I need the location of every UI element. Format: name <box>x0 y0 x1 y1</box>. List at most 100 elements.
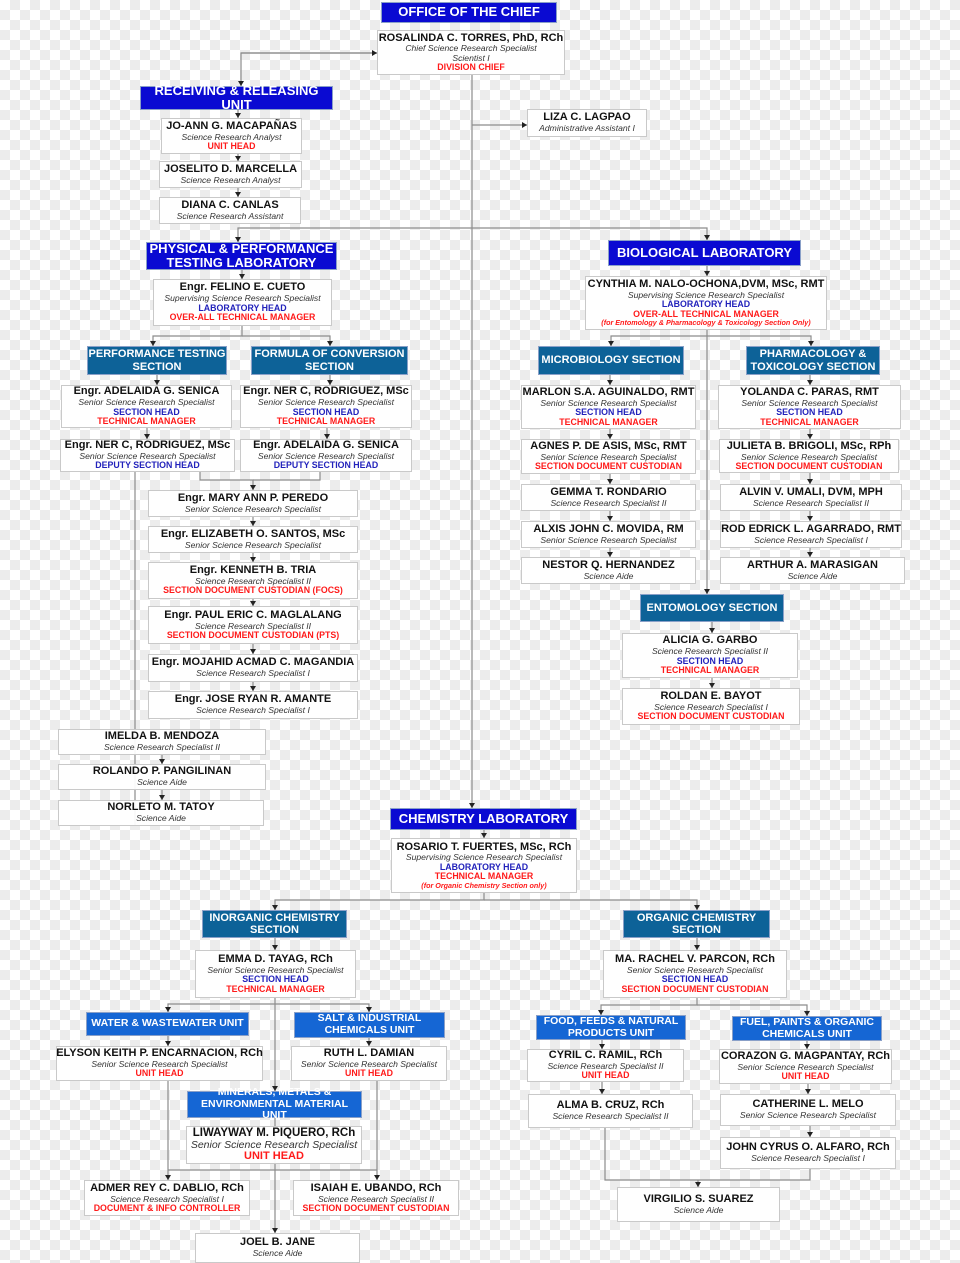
person-role: DEPUTY SECTION HEAD <box>95 460 200 471</box>
header-rru: RECEIVING & RELEASING UNIT <box>140 83 333 112</box>
header-food: FOOD, FEEDS & NATURAL PRODUCTS UNIT <box>536 1015 686 1040</box>
connector-line <box>199 472 254 490</box>
person-card-melo: CATHERINE L. MELO Senior Science Research… <box>720 1094 896 1126</box>
person-position: Senior Science Research Specialist <box>184 539 322 550</box>
person-position: Science Research Specialist I <box>751 1153 865 1164</box>
person-card-alfaro: JOHN CYRUS O. ALFARO, RCh Science Researc… <box>720 1137 896 1169</box>
person-card-lagpao: LIZA C. LAGPAO Administrative Assistant I <box>527 109 647 137</box>
person-position: Science Research Specialist II <box>103 742 221 753</box>
connector-line <box>237 227 472 242</box>
person-position: Science Research Specialist II <box>752 497 870 508</box>
person-card-ramil: CYRIL C. RAMIL, RCh Science Research Spec… <box>527 1049 684 1082</box>
connector-line <box>253 472 321 481</box>
person-card-tria: Engr. KENNETH B. TRIA Science Research Sp… <box>148 562 358 599</box>
person-role: TECHNICAL MANAGER <box>97 416 196 427</box>
person-role: SECTION DOCUMENT CUSTODIAN <box>621 983 769 994</box>
connector-line <box>484 899 698 910</box>
person-position: Science Aide <box>673 1204 724 1215</box>
person-role: UNIT HEAD <box>135 1068 184 1079</box>
person-name: Engr. PAUL ERIC C. MAGLALANG <box>164 608 342 621</box>
header-fuel: FUEL, PAINTS & ORGANIC CHEMICALS UNIT <box>732 1016 882 1041</box>
person-card-aguinaldo: MARLON S.A. AGUINALDO, RMT Senior Science… <box>521 385 696 429</box>
person-card-hernandez: NESTOR Q. HERNANDEZ Science Aide <box>521 557 696 584</box>
person-card-amante: Engr. JOSE RYAN R. AMANTE Science Researc… <box>148 691 358 719</box>
person-role: OVER-ALL TECHNICAL MANAGER <box>169 312 316 323</box>
person-role: UNIT HEAD <box>345 1068 393 1079</box>
person-card-pangilinan: ROLANDO P. PANGILINAN Science Aide <box>58 764 266 790</box>
person-card-bayot: ROLDAN E. BAYOT Science Research Speciali… <box>622 688 800 725</box>
person-card-parcon: MA. RACHEL V. PARCON, RCh Senior Science … <box>603 950 787 998</box>
person-card-cynthia: CYNTHIA M. NALO-OCHONA,DVM, MSc, RMT Supe… <box>585 276 827 330</box>
person-role: (for Entomology & Pharmacology & Toxicol… <box>601 318 811 328</box>
person-position: Science Research Specialist I <box>196 668 310 679</box>
person-card-cueto: Engr. FELINO E. CUETO Supervising Science… <box>153 279 332 326</box>
person-card-piquero: LIWAYWAY M. PIQUERO, RCh Senior Science R… <box>186 1126 362 1164</box>
person-position: Senior Science Research Specialist <box>739 1110 877 1121</box>
person-role: UNIT HEAD <box>781 1071 830 1082</box>
person-name: JULIETA B. BRIGOLI, MSc, RPh <box>726 439 892 452</box>
person-card-maglalang: Engr. PAUL ERIC C. MAGLALANG Science Rese… <box>148 606 358 644</box>
person-position: Science Aide <box>252 1248 303 1259</box>
person-position: Science Research Analyst <box>180 174 281 185</box>
person-position: Senior Science Research Specialist <box>540 534 677 545</box>
person-card-rodriguez1: Engr. NER C, RODRIGUEZ, MSc Senior Scienc… <box>240 385 412 428</box>
header-salt: SALT & INDUSTRIAL CHEMICALS UNIT <box>294 1012 445 1038</box>
person-position: Science Aide <box>136 813 186 824</box>
connector-line <box>242 335 331 346</box>
connector-line <box>697 1004 808 1016</box>
person-card-ubando: ISAIAH E. UBANDO, RCh Science Research Sp… <box>293 1180 459 1216</box>
person-role: TECHNICAL MANAGER <box>660 665 760 676</box>
header-micro: MICROBIOLOGY SECTION <box>538 346 684 375</box>
header-chem: CHEMISTRY LABORATORY <box>390 808 577 830</box>
header-inorg: INORGANIC CHEMISTRY SECTION <box>202 910 347 938</box>
header-foc: FORMULA OF CONVERSION SECTION <box>251 346 408 375</box>
person-role: TECHNICAL MANAGER <box>226 983 325 994</box>
person-role: SECTION DOCUMENT CUSTODIAN <box>535 461 682 472</box>
person-role: UNIT HEAD <box>207 140 256 151</box>
person-card-senica1: Engr. ADELAIDA G. SENICA Senior Science R… <box>61 385 232 428</box>
header-water: WATER & WASTEWATER UNIT <box>86 1012 249 1036</box>
person-role: SECTION DOCUMENT CUSTODIAN <box>735 460 883 471</box>
person-card-movida: ALXIS JOHN C. MOVIDA, RM Senior Science R… <box>521 521 696 548</box>
connector-line <box>600 998 698 1015</box>
person-card-santos: Engr. ELIZABETH O. SANTOS, MSc Senior Sci… <box>148 526 358 553</box>
person-position: Science Research Specialist II <box>552 1111 669 1122</box>
person-card-brigoli: JULIETA B. BRIGOLI, MSc, RPh Senior Scien… <box>719 439 899 473</box>
person-role: (for Organic Chemistry Section only) <box>421 880 547 890</box>
person-position: Science Aide <box>137 777 187 788</box>
person-card-rondario: GEMMA T. RONDARIO Science Research Specia… <box>521 484 696 511</box>
person-card-torres: ROSALINDA C. TORRES, PhD, RCh Chief Scien… <box>377 30 565 75</box>
person-position: Senior Science Research Specialist <box>184 503 322 514</box>
person-role: TECHNICAL MANAGER <box>760 416 859 427</box>
person-card-agarrado: ROD EDRICK L. AGARRADO, RMT Science Resea… <box>720 521 902 548</box>
person-role: DEPUTY SECTION HEAD <box>273 460 379 471</box>
person-card-dablio: ADMER REY C. DABLIO, RCh Science Research… <box>84 1180 250 1216</box>
connector-line <box>167 1003 275 1012</box>
person-card-cruz: ALMA B. CRUZ, RCh Science Research Specia… <box>528 1094 693 1128</box>
person-card-magandia: Engr. MOJAHID ACMAD C. MAGANDIA Science R… <box>148 654 358 682</box>
connector-line <box>610 335 707 346</box>
person-role: DIVISION CHIEF <box>437 61 505 72</box>
person-card-damian: RUTH L. DAMIAN Senior Science Research Sp… <box>291 1046 447 1081</box>
person-role: TECHNICAL MANAGER <box>559 416 658 427</box>
person-card-suarez: VIRGILIO S. SUAREZ Science Aide <box>617 1187 780 1222</box>
person-role: UNIT HEAD <box>244 1149 304 1162</box>
person-position: Science Aide <box>583 570 634 581</box>
header-chief: OFFICE OF THE CHIEF <box>381 2 557 23</box>
header-pharm: PHARMACOLOGY & TOXICOLOGY SECTION <box>746 346 880 375</box>
person-position: Administrative Assistant I <box>539 123 635 134</box>
person-position: Science Research Assistant <box>176 210 284 221</box>
person-card-encarnacion: ELYSON KEITH P. ENCARNACION, RCh Senior S… <box>56 1046 263 1081</box>
header-perf: PERFORMANCE TESTING SECTION <box>87 346 227 375</box>
person-card-tatoy: NORLETO M. TATOY Science Aide <box>58 800 264 826</box>
person-card-magpantay: CORAZON G. MAGPANTAY, RCh Senior Science … <box>719 1049 892 1084</box>
person-card-macapanas: JO-ANN G. MACAPAÑAS Science Research Anal… <box>161 118 302 154</box>
person-card-marcella: JOSELITO D. MARCELLA Science Research Ana… <box>159 161 302 188</box>
person-card-umali: ALVIN V. UMALI, DVM, MPH Science Research… <box>720 484 902 511</box>
person-role: TECHNICAL MANAGER <box>276 416 376 427</box>
connector-line <box>707 335 812 346</box>
person-card-fuertes: ROSARIO T. FUERTES, MSc, RCh Supervising … <box>391 838 577 893</box>
person-card-mendoza: IMELDA B. MENDOZA Science Research Specia… <box>58 729 266 755</box>
person-card-rodriguez2: Engr. NER C, RODRIGUEZ, MSc Senior Scienc… <box>60 439 235 472</box>
person-position: Science Research Specialist II <box>550 497 667 508</box>
